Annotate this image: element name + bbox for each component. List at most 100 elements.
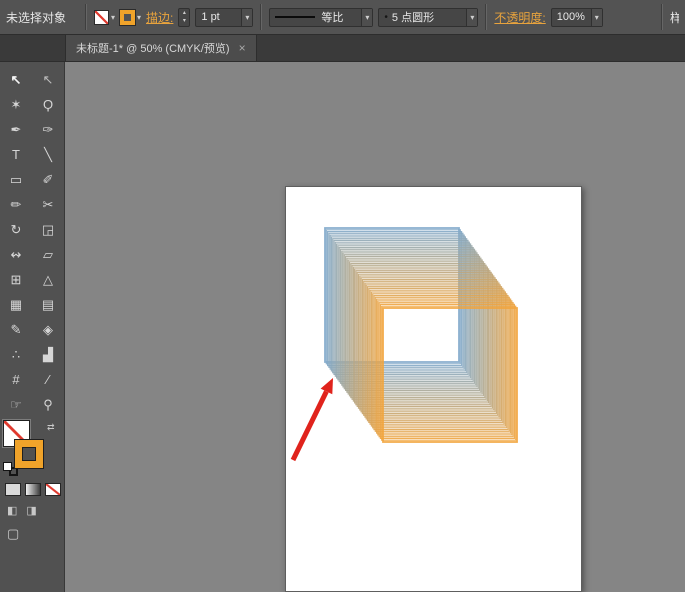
stroke-weight-stepper[interactable]: ▴ ▾ — [178, 7, 191, 27]
chevron-down-icon[interactable]: ▾ — [590, 8, 602, 26]
scissors-tool[interactable]: ✂ — [32, 192, 64, 217]
magic-wand-tool[interactable]: ✶ — [0, 92, 32, 117]
brush-combo[interactable]: • 5 点圆形 ▾ — [378, 7, 479, 27]
stroke-weight-combo[interactable]: 1 pt ▾ — [195, 7, 254, 27]
pen-tool-icon: ✒ — [10, 122, 22, 137]
profile-label: 等比 — [321, 12, 344, 24]
stepper-up-icon[interactable]: ▴ — [183, 9, 186, 17]
pencil-tool-icon: ✏ — [10, 197, 22, 212]
curvature-tool-icon: ✑ — [42, 122, 54, 137]
lasso-tool[interactable]: Ϙ — [32, 92, 64, 117]
brush-label: 5 点圆形 — [391, 12, 435, 24]
stepper-down-icon[interactable]: ▾ — [183, 17, 186, 25]
gradient-button[interactable] — [25, 483, 41, 496]
curvature-tool[interactable]: ✑ — [32, 117, 64, 142]
line-segment-tool[interactable]: ╲ — [32, 142, 64, 167]
scale-tool[interactable]: ◲ — [32, 217, 64, 242]
paintbrush-tool-icon: ✐ — [42, 172, 54, 187]
none-button[interactable] — [45, 483, 61, 496]
selection-tool[interactable]: ↖ — [0, 67, 32, 92]
type-tool[interactable]: T — [0, 142, 32, 167]
hand-tool[interactable]: ☞ — [0, 392, 32, 417]
eyedropper-tool-icon: ✎ — [10, 322, 22, 337]
close-icon[interactable]: × — [239, 41, 246, 55]
chevron-down-icon[interactable]: ▾ — [361, 8, 373, 26]
tools-grid: ↖ ↖ ✶ Ϙ ✒ ✑ T ╲ ▭ ✐ ✏ ✂ ↻ ◲ ↭ ▱ ⊞ △ ▦ ▤ ✎ ◈ ∴ ▟ # ∕ ☞ ⚲ — [0, 62, 64, 417]
stroke-color-swatch[interactable] — [120, 9, 136, 25]
fill-color-control[interactable]: ▾ — [94, 9, 115, 25]
slice-tool[interactable]: ∕ — [32, 367, 64, 392]
stroke-swatch[interactable] — [15, 440, 43, 468]
chevron-down-icon[interactable]: ▾ — [111, 13, 115, 22]
rotate-tool-icon: ↻ — [10, 222, 22, 237]
tools-panel: ↖ ↖ ✶ Ϙ ✒ ✑ T ╲ ▭ ✐ ✏ ✂ ↻ ◲ ↭ ▱ ⊞ △ ▦ ▤ ✎ ◈ ∴ ▟ # ∕ ☞ ⚲ ⇄ ◧ ◨ ▢ — [0, 62, 65, 592]
opacity-value: 100% — [556, 11, 585, 23]
zoom-tool[interactable]: ⚲ — [32, 392, 64, 417]
selection-tool-icon: ↖ — [10, 72, 22, 87]
stroke-link[interactable]: 描边: — [146, 9, 173, 26]
separator — [485, 4, 488, 30]
free-transform-tool-icon: ▱ — [43, 247, 53, 262]
brush-preview-dot: • — [384, 11, 388, 23]
artboard-tool[interactable]: # — [0, 367, 32, 392]
drawing-mode-buttons: ◧ ◨ — [0, 496, 64, 517]
shape-builder-tool[interactable]: ⊞ — [0, 267, 32, 292]
rotate-tool[interactable]: ↻ — [0, 217, 32, 242]
stroke-profile-combo[interactable]: 等比 ▾ — [269, 7, 374, 27]
chevron-down-icon[interactable]: ▾ — [137, 13, 141, 22]
color-button[interactable] — [5, 483, 21, 496]
perspective-grid-tool[interactable]: △ — [32, 267, 64, 292]
control-bar: 未选择对象 ▾ ▾ 描边: ▴ ▾ 1 pt ▾ 等比 ▾ • 5 点圆形 ▾ … — [0, 0, 685, 35]
blend-tool-icon: ◈ — [43, 322, 53, 337]
separator — [85, 4, 88, 30]
draw-normal-button[interactable]: ◧ — [7, 504, 17, 517]
slice-tool-icon: ∕ — [46, 372, 50, 387]
color-type-buttons — [0, 477, 64, 496]
swap-fill-stroke-icon[interactable]: ⇄ — [47, 422, 55, 433]
stroke-profile-preview — [275, 16, 316, 18]
direct-selection-tool[interactable]: ↖ — [32, 67, 64, 92]
symbol-sprayer-tool-icon: ∴ — [11, 347, 21, 362]
mesh-tool-icon: ▦ — [9, 297, 23, 312]
screen-mode-button[interactable]: ▢ — [0, 517, 64, 542]
direct-selection-tool-icon: ↖ — [42, 72, 54, 87]
chevron-down-icon[interactable]: ▾ — [241, 8, 253, 26]
gradient-tool-icon: ▤ — [41, 297, 55, 312]
status-text: 未选择对象 — [6, 10, 67, 25]
eyedropper-tool[interactable]: ✎ — [0, 317, 32, 342]
style-label-clipped: 样 — [670, 9, 679, 26]
column-graph-tool[interactable]: ▟ — [32, 342, 64, 367]
tab-title: 未标题-1* @ 50% (CMYK/预览) — [76, 43, 230, 55]
column-graph-tool-icon: ▟ — [43, 347, 53, 362]
scale-tool-icon: ◲ — [41, 222, 55, 237]
paintbrush-tool[interactable]: ✐ — [32, 167, 64, 192]
opacity-combo[interactable]: 100% ▾ — [550, 7, 603, 27]
fill-none-swatch[interactable] — [94, 9, 110, 25]
line-segment-tool-icon: ╲ — [44, 147, 52, 162]
magic-wand-tool-icon: ✶ — [10, 97, 22, 112]
rectangle-tool[interactable]: ▭ — [0, 167, 32, 192]
perspective-grid-tool-icon: △ — [43, 272, 53, 287]
blend-tool[interactable]: ◈ — [32, 317, 64, 342]
draw-behind-button[interactable]: ◨ — [26, 504, 36, 517]
free-transform-tool[interactable]: ▱ — [32, 242, 64, 267]
opacity-link[interactable]: 不透明度: — [494, 9, 545, 26]
width-tool[interactable]: ↭ — [0, 242, 32, 267]
width-tool-icon: ↭ — [10, 247, 22, 262]
chevron-down-icon[interactable]: ▾ — [466, 8, 478, 26]
pencil-tool[interactable]: ✏ — [0, 192, 32, 217]
zoom-tool-icon: ⚲ — [43, 397, 53, 412]
canvas[interactable] — [65, 62, 685, 592]
rectangle-tool-icon: ▭ — [9, 172, 23, 187]
gradient-tool[interactable]: ▤ — [32, 292, 64, 317]
pen-tool[interactable]: ✒ — [0, 117, 32, 142]
mesh-tool[interactable]: ▦ — [0, 292, 32, 317]
lasso-tool-icon: Ϙ — [42, 97, 54, 112]
artboard — [285, 186, 582, 592]
document-tab[interactable]: 未标题-1* @ 50% (CMYK/预览) × — [65, 35, 257, 61]
type-tool-icon: T — [12, 147, 20, 162]
separator — [260, 4, 263, 30]
stroke-color-control[interactable]: ▾ — [120, 9, 141, 25]
artboard-tool-icon: # — [12, 372, 20, 387]
symbol-sprayer-tool[interactable]: ∴ — [0, 342, 32, 367]
